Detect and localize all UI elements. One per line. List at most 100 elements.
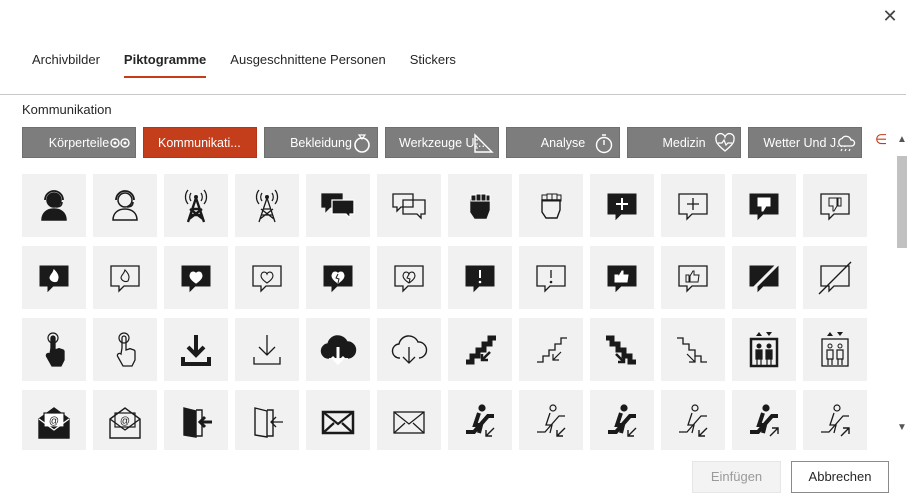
close-button[interactable]: ✕ — [880, 6, 900, 26]
ruler-triangle-icon — [474, 133, 494, 153]
eyes-icon — [110, 138, 130, 148]
pictogram-tile[interactable] — [519, 246, 583, 309]
chat-bubbles-outline-icon — [392, 192, 426, 220]
exclamation-comment-filled-icon — [465, 265, 495, 292]
pictogram-tile[interactable] — [803, 174, 867, 237]
stairs-down-filled-icon — [466, 335, 496, 364]
pictogram-tile[interactable] — [377, 318, 441, 381]
pictogram-tile[interactable] — [803, 246, 867, 309]
vertical-scrollbar[interactable]: ▲ ▼ — [895, 134, 909, 440]
scrollbar-thumb[interactable] — [897, 156, 907, 248]
pictogram-tile[interactable] — [590, 390, 654, 450]
pictogram-tile[interactable] — [22, 174, 86, 237]
pictogram-tile[interactable] — [306, 318, 370, 381]
pictogram-tile[interactable] — [377, 246, 441, 309]
envelope-outline-icon — [393, 410, 425, 434]
headset-user-outline-icon — [112, 189, 138, 221]
category-0[interactable]: Körperteile — [22, 127, 136, 158]
tap-hand-outline-icon — [116, 331, 136, 367]
pictogram-tile[interactable] — [732, 246, 796, 309]
radio-tower-filled-icon — [184, 189, 208, 222]
pictogram-tile[interactable]: @ — [93, 390, 157, 450]
pictogram-tile[interactable] — [803, 390, 867, 450]
pictogram-tile[interactable] — [661, 246, 725, 309]
pictogram-tile[interactable] — [661, 318, 725, 381]
tab-stickers[interactable]: Stickers — [398, 52, 468, 78]
tab-piktogramme[interactable]: Piktogramme — [112, 52, 218, 78]
insert-button[interactable]: Einfügen — [692, 461, 781, 493]
svg-text:@: @ — [49, 416, 59, 427]
enter-door-outline-icon — [254, 406, 283, 438]
pictogram-tile[interactable] — [590, 318, 654, 381]
pictogram-tile[interactable] — [235, 390, 299, 450]
pictogram-tile[interactable] — [93, 318, 157, 381]
pictogram-tile[interactable] — [732, 318, 796, 381]
category-label: Medizin — [662, 136, 706, 150]
cloud-download-filled-icon — [320, 334, 357, 365]
pictogram-tile[interactable] — [377, 390, 441, 450]
pictogram-tile[interactable] — [164, 246, 228, 309]
cloud-download-outline-icon — [391, 334, 428, 364]
no-comment-outline-icon — [818, 261, 852, 294]
pictogram-tile[interactable]: @ — [22, 390, 86, 450]
category-5[interactable]: Medizin — [627, 127, 741, 158]
thumbs-down-comment-outline-icon — [820, 192, 850, 221]
stairs-down-right-outline-icon — [677, 336, 707, 363]
broken-heart-comment-filled-icon — [323, 265, 353, 292]
pictogram-tile[interactable] — [448, 246, 512, 309]
pictogram-tile[interactable] — [164, 174, 228, 237]
email-open-outline-icon: @ — [109, 406, 141, 439]
pictogram-tile[interactable] — [661, 390, 725, 450]
pictogram-tile[interactable] — [448, 318, 512, 381]
ring-icon — [354, 134, 370, 153]
pictogram-tile[interactable] — [732, 174, 796, 237]
pictogram-tile[interactable] — [22, 246, 86, 309]
cancel-button[interactable]: Abbrechen — [791, 461, 889, 493]
pictogram-tile[interactable] — [164, 318, 228, 381]
pictogram-tile[interactable] — [235, 174, 299, 237]
tab-archivbilder[interactable]: Archivbilder — [20, 52, 112, 78]
heart-comment-outline-icon — [252, 264, 282, 293]
enter-door-filled-icon — [183, 406, 212, 438]
category-2[interactable]: Bekleidung — [264, 127, 378, 158]
pictogram-tile[interactable] — [519, 390, 583, 450]
tab-ausgeschnittene-personen[interactable]: Ausgeschnittene Personen — [218, 52, 397, 78]
category-label: Kommunikati... — [158, 136, 241, 150]
pictogram-tile[interactable] — [306, 390, 370, 450]
headset-user-filled-icon — [41, 189, 67, 221]
pictogram-tile[interactable] — [590, 246, 654, 309]
pictogram-tile[interactable] — [306, 174, 370, 237]
pictogram-tile[interactable] — [590, 174, 654, 237]
pictogram-tile[interactable] — [519, 318, 583, 381]
thumbs-up-comment-filled-icon — [607, 265, 637, 292]
pictogram-tile[interactable] — [235, 318, 299, 381]
category-6[interactable]: Wetter Und J... — [748, 127, 862, 158]
fist-filled-icon — [470, 193, 491, 219]
pictogram-tile[interactable] — [448, 390, 512, 450]
category-1[interactable]: Kommunikati... — [143, 127, 257, 158]
pictogram-tile[interactable] — [448, 174, 512, 237]
scroll-up-icon[interactable]: ▲ — [895, 134, 909, 148]
pictogram-tile[interactable] — [803, 318, 867, 381]
pictogram-tile[interactable] — [732, 390, 796, 450]
fire-comment-filled-icon — [39, 265, 69, 292]
pictogram-tile[interactable] — [377, 174, 441, 237]
stairs-down-right-filled-icon — [606, 335, 636, 364]
pictogram-tile[interactable] — [93, 246, 157, 309]
pictogram-tile[interactable] — [661, 174, 725, 237]
pictogram-tile[interactable] — [519, 174, 583, 237]
pictogram-tile[interactable] — [93, 174, 157, 237]
elevator-filled-icon — [749, 331, 779, 367]
category-4[interactable]: Analyse — [506, 127, 620, 158]
cloud-rain-icon — [838, 135, 856, 152]
stairs-down-outline-icon — [537, 336, 567, 363]
pictogram-tile[interactable] — [164, 390, 228, 450]
category-scroll-right-icon[interactable]: ∈ — [875, 131, 887, 148]
pictogram-tile[interactable] — [235, 246, 299, 309]
category-3[interactable]: Werkzeuge U... — [385, 127, 499, 158]
pictogram-tile[interactable] — [22, 318, 86, 381]
tap-hand-filled-icon — [45, 331, 65, 367]
envelope-filled-icon — [321, 410, 355, 434]
pictogram-tile[interactable] — [306, 246, 370, 309]
scroll-down-icon[interactable]: ▼ — [895, 422, 909, 436]
